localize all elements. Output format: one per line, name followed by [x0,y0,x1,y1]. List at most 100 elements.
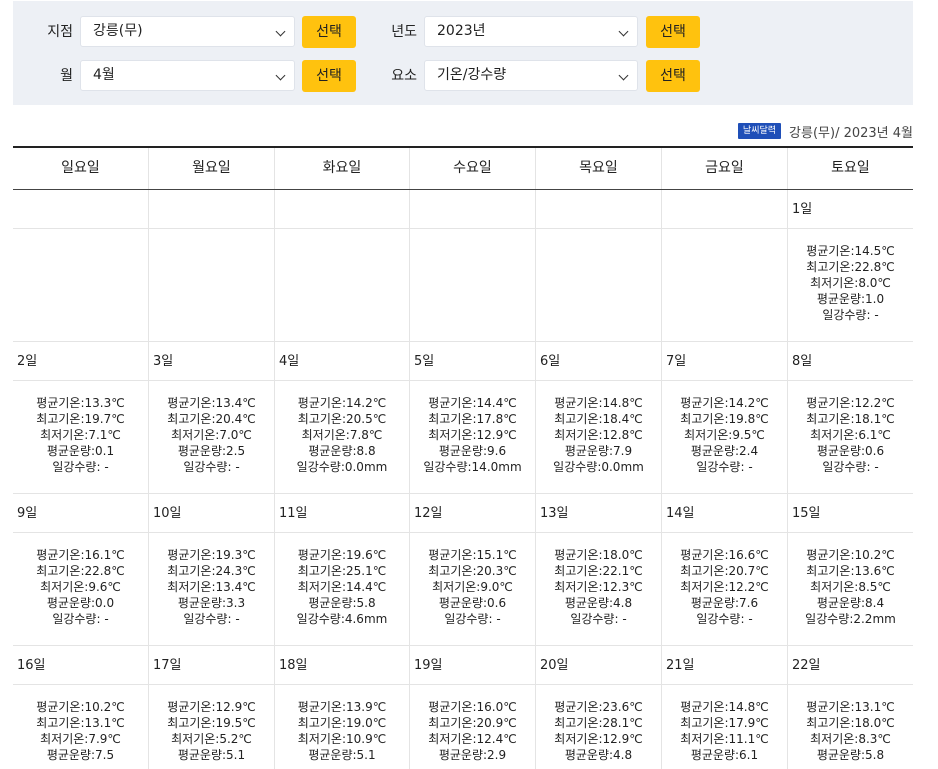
max-temp: 최고기온:20.9℃ [428,716,517,730]
avg-cloud: 평균운량:4.8 [564,596,633,610]
day-number: 12일 [410,494,536,532]
weekday-header: 일요일 월요일 화요일 수요일 목요일 금요일 토요일 [13,148,913,190]
day-weather-cell: 평균기온:16.6℃ 최고기온:20.7℃ 최저기온:12.2℃ 평균운량:7.6 일강… [662,533,788,645]
avg-temp: 평균기온:12.9℃ [167,700,256,714]
daily-rain: 일강수량: - [52,612,109,626]
day-number: 8일 [792,354,813,369]
avg-temp: 평균기온:18.0℃ [554,548,643,562]
year-select-value: 2023년 [437,23,486,39]
calendar-week: 1일 평균기온:14.5℃ 최고기온:22.8℃ 최저기온:8.0℃ 평균운량:1.0 일… [13,190,913,342]
max-temp: 최고기온:28.1℃ [554,716,643,730]
day-number: 2일 [13,342,149,380]
element-select-button[interactable]: 선택 [646,60,700,92]
calendar-week: 9일 10일 11일 12일 13일 14일 15일 평균기온:16.1℃ 최고기온:22.8℃… [13,494,913,646]
station-select-value: 강릉(무) [93,23,143,39]
avg-cloud: 평균운량:3.3 [177,596,246,610]
day-number [410,190,536,228]
max-temp: 최고기온:19.8℃ [680,412,769,426]
avg-cloud: 평균운량:0.6 [438,596,507,610]
day-number-row: 16일 17일 18일 19일 20일 21일 22일 [13,646,913,685]
element-select-value: 기온/강수량 [437,67,507,83]
min-temp: 최저기온:7.0℃ [171,428,252,442]
max-temp: 최고기온:19.7℃ [36,412,125,426]
day-number: 4일 [275,342,410,380]
day-weather-cell [536,229,662,341]
avg-cloud: 평균운량:2.5 [177,444,246,458]
day-number [149,190,275,228]
min-temp: 최저기온:7.8℃ [301,428,383,442]
min-temp: 최저기온:12.8℃ [554,428,643,442]
calendar-caption: 날씨달력 강릉(무)/ 2023년 4월 [737,121,913,141]
chevron-down-icon [275,70,286,81]
day-weather-cell: 평균기온:10.2℃ 최고기온:13.1℃ 최저기온:7.9℃ 평균운량:7.5 [13,685,149,769]
day-weather-cell: 평균기온:15.1℃ 최고기온:20.3℃ 최저기온:9.0℃ 평균운량:0.6 일강수… [410,533,536,645]
daily-rain: 일강수량:14.0mm [423,460,522,474]
day-number: 17일 [149,646,275,684]
day-weather-cell [13,229,149,341]
weather-calendar-badge: 날씨달력 [737,123,782,139]
day-weather-cell: 평균기온:12.9℃ 최고기온:19.5℃ 최저기온:5.2℃ 평균운량:5.1 [149,685,275,769]
min-temp: 최저기온:8.3℃ [810,732,891,746]
avg-cloud: 평균운량:1.0 [816,292,885,306]
max-temp: 최고기온:13.1℃ [36,716,125,730]
min-temp: 최저기온:12.9℃ [428,428,517,442]
day-number: 21일 [662,646,788,684]
min-temp: 최저기온:11.1℃ [680,732,769,746]
chevron-down-icon [618,70,629,81]
daily-rain: 일강수량: - [183,460,240,474]
element-select[interactable]: 기온/강수량 [424,60,638,91]
avg-temp: 평균기온:19.6℃ [297,548,387,562]
calendar-caption-text: 강릉(무)/ 2023년 4월 [789,125,913,141]
filter-row-1: 지점 강릉(무) 선택 년도 2023년 선택 [13,16,913,48]
min-temp: 최저기온:5.2℃ [171,732,252,746]
day-number: 9일 [13,494,149,532]
avg-temp: 평균기온:13.9℃ [297,700,387,714]
day-number: 18일 [275,646,410,684]
daily-rain: 일강수량:0.0mm [553,460,644,474]
day-number: 7일 [662,342,788,380]
avg-cloud: 평균운량:8.8 [308,444,376,458]
month-select-button[interactable]: 선택 [302,60,356,92]
weekday-sunday: 일요일 [13,148,149,189]
max-temp: 최고기온:17.9℃ [680,716,769,730]
day-number: 22일 [792,658,821,673]
month-select[interactable]: 4월 [80,60,295,91]
weekday-monday: 월요일 [149,148,275,189]
max-temp: 최고기온:18.1℃ [806,412,895,426]
day-number: 5일 [410,342,536,380]
element-label: 요소 [391,68,417,84]
daily-rain: 일강수량:4.6mm [296,612,388,626]
year-select-button[interactable]: 선택 [646,16,700,48]
daily-rain: 일강수량: - [696,612,753,626]
avg-temp: 평균기온:13.3℃ [36,396,125,410]
station-select-button[interactable]: 선택 [302,16,356,48]
avg-temp: 평균기온:14.2℃ [680,396,769,410]
avg-cloud: 평균운량:0.0 [46,596,115,610]
day-number: 14일 [662,494,788,532]
month-select-value: 4월 [93,67,115,83]
day-number-row: 1일 [13,190,913,229]
day-number [275,190,410,228]
day-weather-cell: 평균기온:13.3℃ 최고기온:19.7℃ 최저기온:7.1℃ 평균운량:0.1 일강수… [13,381,149,493]
avg-cloud: 평균운량:2.4 [690,444,759,458]
avg-cloud: 평균운량:5.1 [177,748,246,762]
max-temp: 최고기온:22.8℃ [806,260,895,274]
min-temp: 최저기온:7.1℃ [40,428,121,442]
avg-temp: 평균기온:13.4℃ [167,396,256,410]
station-select[interactable]: 강릉(무) [80,16,295,47]
min-temp: 최저기온:9.5℃ [684,428,765,442]
daily-rain: 일강수량: - [570,612,627,626]
min-temp: 최저기온:7.9℃ [40,732,121,746]
day-weather-cell: 평균기온:13.9℃ 최고기온:19.0℃ 최저기온:10.9℃ 평균운량:5.1 [275,685,410,769]
avg-cloud: 평균운량:2.9 [438,748,507,762]
day-weather-cell: 평균기온:16.0℃ 최고기온:20.9℃ 최저기온:12.4℃ 평균운량:2.9 [410,685,536,769]
year-select[interactable]: 2023년 [424,16,638,47]
weather-info-row: 평균기온:16.1℃ 최고기온:22.8℃ 최저기온:9.6℃ 평균운량:0.0 일강수… [13,533,913,646]
avg-cloud: 평균운량:5.8 [816,748,885,762]
day-number: 13일 [536,494,662,532]
max-temp: 최고기온:20.7℃ [680,564,769,578]
calendar-week: 16일 17일 18일 19일 20일 21일 22일 평균기온:10.2℃ 최고기온:13.1… [13,646,913,769]
avg-cloud: 평균운량:0.6 [816,444,885,458]
day-weather-cell [149,229,275,341]
day-number: 16일 [13,646,149,684]
